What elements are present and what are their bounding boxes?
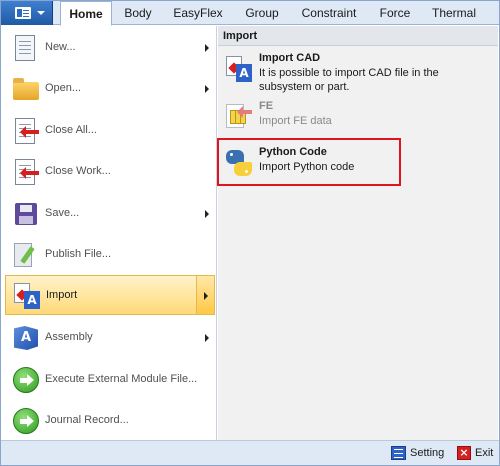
save-icon	[11, 199, 41, 229]
menu-item-close-work[interactable]: Close Work...	[5, 152, 215, 192]
execute-icon	[11, 365, 41, 395]
setting-label: Setting	[410, 447, 445, 459]
import-cad-icon: A	[224, 54, 256, 86]
menu-item-journal-record[interactable]: Journal Record...	[5, 401, 215, 441]
tab-home[interactable]: Home	[60, 1, 112, 26]
submenu-item-import-cad[interactable]: A Import CAD It is possible to import CA…	[222, 50, 482, 98]
menu-item-assembly[interactable]: Assembly	[5, 318, 215, 358]
submenu-item-desc: It is possible to import CAD file in the…	[259, 67, 439, 93]
setting-icon	[391, 446, 406, 460]
chevron-right-icon	[205, 85, 209, 93]
tab-easyflex[interactable]: EasyFlex	[167, 1, 229, 25]
chevron-right-icon	[204, 292, 208, 300]
chevron-right-icon	[205, 210, 209, 218]
chevron-right-icon	[205, 44, 209, 52]
close-icon: ×	[457, 446, 471, 460]
application-menu: New... Open... Close All... Close Work..…	[1, 26, 217, 440]
menu-item-save[interactable]: Save...	[5, 194, 215, 234]
menu-item-execute-external-module[interactable]: Execute External Module File...	[5, 360, 215, 400]
menu-item-label: Close Work...	[45, 165, 111, 177]
setting-button[interactable]: Setting	[391, 445, 449, 462]
exit-button[interactable]: × Exit	[457, 445, 497, 462]
tab-thermal[interactable]: Thermal	[425, 1, 483, 25]
close-work-icon	[11, 157, 41, 187]
submenu-header: Import	[218, 26, 498, 46]
bottom-bar: Setting × Exit	[1, 440, 499, 465]
close-all-icon	[11, 116, 41, 146]
menu-item-new[interactable]: New...	[5, 28, 215, 68]
menu-item-label: Publish File...	[45, 248, 112, 260]
journal-record-icon	[11, 406, 41, 436]
open-folder-icon	[11, 74, 41, 104]
menu-item-publish-file[interactable]: Publish File...	[5, 235, 215, 275]
assembly-icon	[11, 323, 41, 353]
chevron-right-icon	[205, 334, 209, 342]
application-menu-button[interactable]	[1, 1, 53, 25]
menu-item-label: Save...	[45, 207, 80, 219]
menu-item-label: New...	[45, 41, 76, 53]
new-document-icon	[11, 33, 41, 63]
menu-item-label: Close All...	[45, 124, 97, 136]
fe-icon	[224, 102, 256, 134]
publish-file-icon	[11, 240, 41, 270]
submenu-item-title: Import CAD	[259, 52, 321, 64]
menu-item-label: Assembly	[45, 331, 93, 343]
python-code-highlight-box	[217, 138, 401, 186]
import-submenu-panel: Import A Import CAD It is possible to im…	[218, 26, 498, 440]
tab-force[interactable]: Force	[373, 1, 417, 25]
menu-item-label: Execute External Module File...	[45, 373, 198, 385]
import-icon: A	[12, 281, 42, 311]
tab-constraint[interactable]: Constraint	[293, 1, 365, 25]
menu-item-label: Journal Record...	[45, 414, 129, 426]
menu-item-close-all[interactable]: Close All...	[5, 111, 215, 151]
ribbon-tab-bar: Home Body EasyFlex Group Constraint Forc…	[1, 1, 499, 26]
menu-item-import[interactable]: A Import	[5, 275, 215, 315]
tab-body[interactable]: Body	[116, 1, 160, 25]
menu-item-label: Open...	[45, 82, 82, 94]
menu-item-open[interactable]: Open...	[5, 69, 215, 109]
chevron-down-icon	[37, 11, 45, 15]
app-menu-icon	[15, 7, 31, 19]
submenu-item-title: FE	[259, 100, 274, 112]
exit-label: Exit	[475, 447, 494, 459]
menu-item-label: Import	[46, 289, 78, 301]
submenu-item-desc: Import FE data	[259, 115, 332, 127]
tab-group[interactable]: Group	[237, 1, 287, 25]
